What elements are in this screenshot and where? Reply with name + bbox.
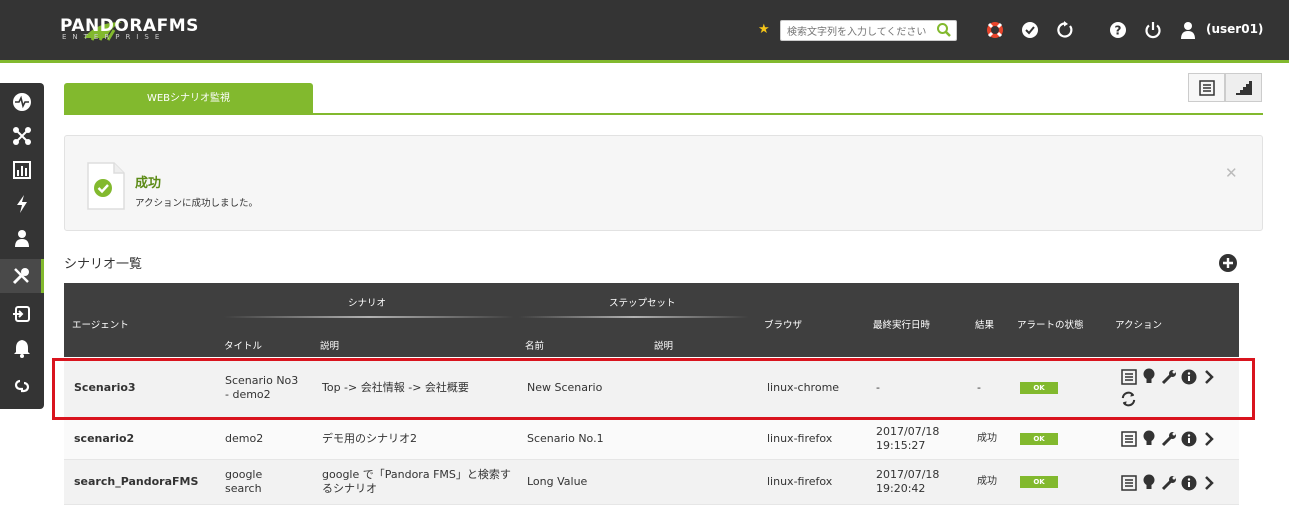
success-document-icon: [87, 162, 125, 210]
row-last-run-time: 19:20:42: [876, 482, 926, 495]
chart-view-icon: [1235, 80, 1252, 95]
th-last-run[interactable]: 最終実行日時: [873, 317, 930, 331]
alerts-icon: [14, 340, 30, 358]
sidebar-item-reporting[interactable]: [0, 153, 44, 187]
row-description-2: るシナリオ: [322, 482, 377, 495]
search-icon[interactable]: [936, 22, 952, 38]
success-alert: 成功 アクションに成功しました。 ✕: [64, 135, 1263, 231]
chevron-right-icon[interactable]: [1200, 430, 1217, 447]
bulb-icon[interactable]: [1140, 430, 1157, 447]
th-alert-status[interactable]: アラートの状態: [1017, 317, 1084, 331]
list-view-button[interactable]: [1188, 73, 1225, 102]
th-step-description[interactable]: 説明: [654, 338, 673, 352]
question-icon[interactable]: ?: [1108, 20, 1128, 40]
table-row[interactable]: scenario2 demo2 デモ用のシナリオ2 Scenario No.1 …: [64, 418, 1239, 460]
th-agent[interactable]: エージェント: [72, 317, 129, 331]
header-accent-line: [0, 60, 1289, 63]
check-icon[interactable]: [1020, 20, 1040, 40]
th-stepset-group: ステップセット: [609, 298, 676, 309]
brand-subtitle: ENTERPRISE: [62, 33, 166, 41]
status-badge: OK: [1020, 476, 1058, 488]
sidebar-item-links[interactable]: [0, 369, 44, 403]
wrench-icon[interactable]: [1160, 474, 1177, 491]
bulb-icon[interactable]: [1140, 474, 1157, 491]
th-browser[interactable]: ブラウザ: [764, 317, 802, 331]
info-icon[interactable]: [1180, 474, 1197, 491]
row-description: デモ用のシナリオ2: [322, 432, 417, 445]
tools-icon: [12, 268, 29, 285]
events-icon: [17, 195, 27, 213]
chart-view-button[interactable]: [1225, 73, 1262, 102]
svg-text:?: ?: [1115, 24, 1122, 38]
row-result: 成功: [977, 433, 997, 444]
scenario-group-divider: [224, 316, 514, 318]
wrench-icon[interactable]: [1160, 430, 1177, 447]
row-title-1: demo2: [225, 432, 264, 445]
row-browser: linux-firefox: [767, 432, 833, 445]
row-result: 成功: [977, 476, 997, 487]
sidebar-item-users[interactable]: [0, 221, 44, 255]
search-input[interactable]: [780, 20, 957, 41]
row-title-1: google: [225, 468, 263, 481]
sidebar-item-topology[interactable]: [0, 119, 44, 153]
detail-list-icon[interactable]: [1120, 430, 1137, 447]
sidebar: [0, 83, 44, 409]
th-actions: アクション: [1115, 320, 1163, 331]
servers-icon: [13, 306, 30, 322]
row-browser: linux-firefox: [767, 475, 833, 488]
alert-title: 成功: [135, 176, 162, 191]
sidebar-item-servers[interactable]: [0, 297, 44, 331]
th-name[interactable]: 名前: [525, 338, 544, 352]
power-icon[interactable]: [1143, 20, 1163, 40]
stepset-group-divider: [519, 316, 749, 318]
alert-message: アクションに成功しました。: [135, 198, 259, 209]
th-result[interactable]: 結果: [975, 317, 994, 331]
sidebar-item-alerts[interactable]: [0, 331, 44, 365]
table-header: エージェント シナリオ ステップセット タイトル 説明 名前 説明 ブラウザ 最…: [64, 283, 1239, 357]
row-stepset: Scenario No.1: [527, 432, 604, 445]
help-lifebuoy-icon[interactable]: [985, 20, 1005, 40]
chevron-right-icon[interactable]: [1200, 474, 1217, 491]
tab-underline: [64, 113, 1263, 115]
users-icon: [15, 230, 29, 247]
favorite-star-icon[interactable]: ★: [758, 22, 770, 37]
detail-list-icon[interactable]: [1120, 474, 1137, 491]
row-description-1: google で「Pandora FMS」と検索す: [322, 468, 511, 481]
sidebar-item-monitoring[interactable]: [0, 85, 44, 119]
status-badge: OK: [1020, 433, 1058, 445]
highlight-frame: [52, 358, 1255, 420]
row-actions: [1120, 474, 1217, 491]
row-stepset: Long Value: [527, 475, 588, 488]
monitoring-icon: [13, 93, 31, 111]
list-view-icon: [1198, 79, 1215, 96]
add-icon[interactable]: [1219, 254, 1237, 272]
table-row[interactable]: search_PandoraFMS google search google で…: [64, 460, 1239, 505]
row-actions: [1120, 430, 1217, 447]
sidebar-item-events[interactable]: [0, 187, 44, 221]
th-scenario-group: シナリオ: [348, 298, 387, 309]
row-agent[interactable]: search_PandoraFMS: [74, 475, 198, 489]
section-title: シナリオ一覧: [64, 257, 143, 272]
top-header: PANDORAFMS ENTERPRISE ★ ? (user01): [0, 0, 1289, 60]
tab-web-scenario[interactable]: WEBシナリオ監視: [64, 83, 313, 114]
close-icon[interactable]: ✕: [1225, 164, 1238, 182]
row-title-2: search: [225, 482, 262, 495]
row-agent[interactable]: scenario2: [74, 432, 134, 446]
links-icon: [14, 379, 30, 393]
info-icon[interactable]: [1180, 430, 1197, 447]
refresh-icon[interactable]: [1055, 20, 1075, 40]
topology-icon: [13, 127, 31, 145]
row-last-run-time: 19:15:27: [876, 439, 926, 452]
row-last-run-date: 2017/07/18: [876, 425, 940, 438]
user-name[interactable]: (user01): [1206, 22, 1263, 36]
reporting-icon: [13, 161, 31, 179]
th-title[interactable]: タイトル: [224, 338, 262, 352]
th-description[interactable]: 説明: [320, 338, 339, 352]
sidebar-item-tools[interactable]: [0, 259, 44, 293]
row-last-run-date: 2017/07/18: [876, 468, 940, 481]
user-icon[interactable]: [1178, 20, 1198, 40]
